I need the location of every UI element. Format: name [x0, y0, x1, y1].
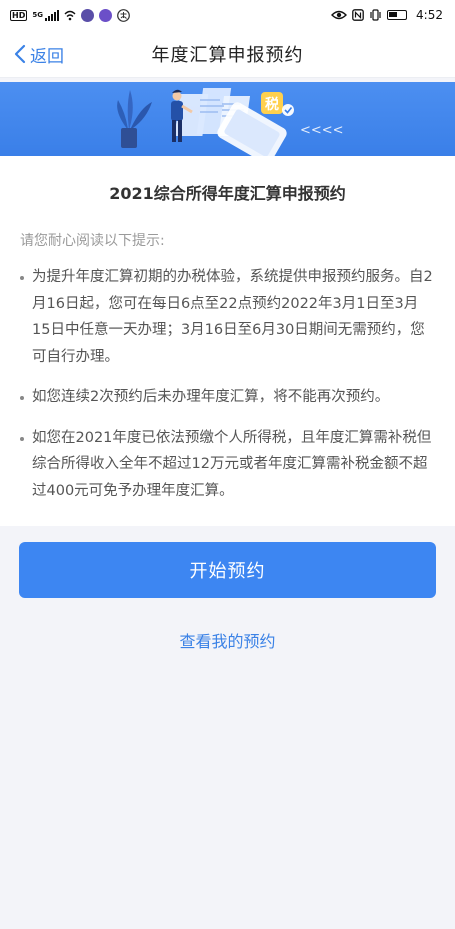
status-right: 4:52	[331, 8, 443, 22]
eye-icon	[331, 10, 348, 20]
notice-card: 2021综合所得年度汇算申报预约 请您耐心阅读以下提示: 为提升年度汇算初期的办…	[0, 156, 455, 526]
chevron-left-icon	[14, 44, 26, 64]
tip-item: 如您在2021年度已依法预缴个人所得税，且年度汇算需补税但综合所得收入全年不超过…	[20, 425, 435, 505]
status-time: 4:52	[416, 8, 443, 22]
banner-illustration: 税 <<<<	[117, 88, 344, 156]
page-title: 年度汇算申报预约	[151, 44, 304, 66]
status-left: HD 5G	[10, 8, 130, 22]
alipay-icon	[117, 8, 130, 22]
card-title: 2021综合所得年度汇算申报预约	[109, 184, 346, 203]
app-notification-icon	[98, 8, 112, 22]
tip-item: 如您连续2次预约后未办理年度汇算，将不能再次预约。	[20, 384, 435, 411]
vibrate-icon	[370, 9, 381, 21]
wifi-icon	[64, 10, 76, 20]
network-label: 5G	[32, 11, 43, 19]
start-reservation-button[interactable]: 开始预约	[19, 542, 436, 598]
hint-label: 请您耐心阅读以下提示:	[20, 233, 165, 249]
status-bar: HD 5G 4:52	[0, 0, 455, 30]
battery-icon	[387, 10, 408, 20]
tax-badge-icon: 税	[261, 92, 294, 116]
hd-icon: HD	[10, 9, 28, 21]
back-label: 返回	[30, 46, 64, 67]
arrows-decoration: <<<<	[300, 123, 344, 138]
back-button[interactable]: 返回	[14, 30, 64, 78]
signal-icon	[44, 9, 59, 21]
nav-bar: 返回 年度汇算申报预约	[0, 30, 455, 78]
nfc-icon	[352, 9, 364, 21]
view-my-reservations-link[interactable]: 查看我的预约	[0, 628, 455, 652]
plant-icon	[117, 90, 152, 148]
tax-sign-text: 税	[265, 96, 279, 113]
tip-item: 为提升年度汇算初期的办税体验，系统提供申报预约服务。自2月16日起，您可在每日6…	[20, 264, 435, 370]
banner: 税 <<<<	[0, 82, 455, 156]
app-notification-icon	[80, 8, 94, 22]
